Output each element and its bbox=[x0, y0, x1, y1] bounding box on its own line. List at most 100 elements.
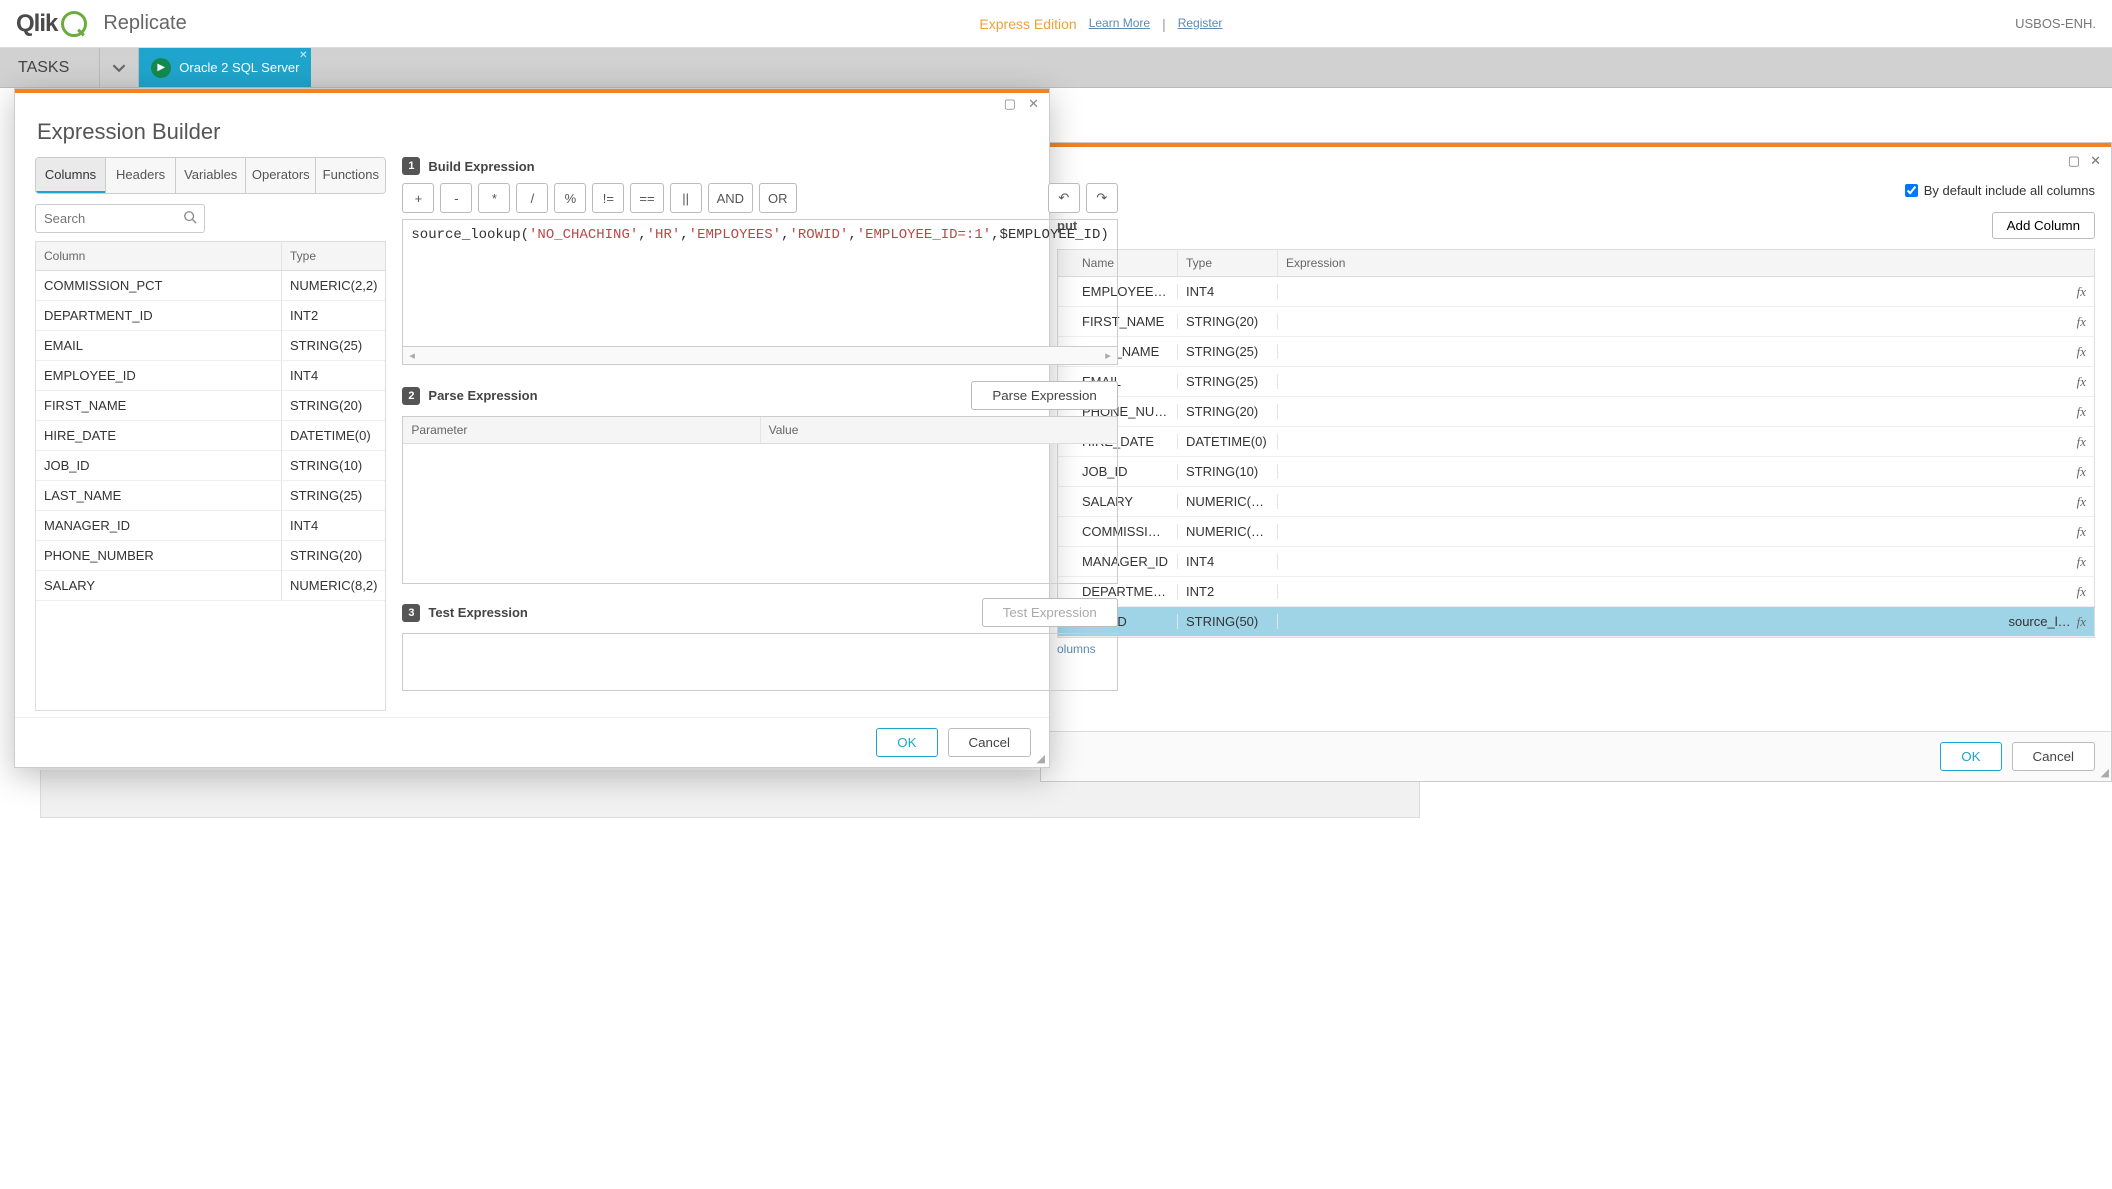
expr-var: $EMPLOYEE_ID bbox=[1000, 227, 1101, 243]
qlik-q-icon bbox=[61, 11, 87, 37]
output-row[interactable]: DEPARTMENT_IDINT2fx bbox=[1058, 577, 2094, 607]
operator-button[interactable]: || bbox=[670, 183, 702, 213]
output-row[interactable]: LAST_NAMESTRING(25)fx bbox=[1058, 337, 2094, 367]
tasks-tab[interactable]: TASKS bbox=[0, 48, 99, 87]
cols-header-column[interactable]: Column bbox=[36, 242, 282, 270]
step3-label: Test Expression bbox=[428, 605, 527, 620]
grid-header-expr[interactable]: Expression bbox=[1278, 250, 2094, 276]
output-row[interactable]: COMMISSION_PCTNUMERIC(2,2)fx bbox=[1058, 517, 2094, 547]
undo-button[interactable]: ↶ bbox=[1048, 183, 1080, 213]
column-row[interactable]: EMAILSTRING(25) bbox=[36, 331, 385, 361]
operator-button[interactable]: == bbox=[630, 183, 663, 213]
output-panel: ▢ ✕ By default include all columns put A… bbox=[1040, 142, 2112, 782]
column-row[interactable]: PHONE_NUMBERSTRING(20) bbox=[36, 541, 385, 571]
header-divider: | bbox=[1162, 16, 1166, 32]
fx-icon[interactable]: fx bbox=[2077, 284, 2086, 300]
parse-header-value[interactable]: Value bbox=[761, 417, 1117, 443]
column-type: NUMERIC(2,2) bbox=[282, 271, 385, 300]
search-input[interactable] bbox=[35, 204, 205, 233]
operator-button[interactable]: AND bbox=[708, 183, 753, 213]
modal-maximize-icon[interactable]: ▢ bbox=[1004, 96, 1016, 112]
search-icon[interactable] bbox=[183, 210, 197, 227]
modal-cancel-button[interactable]: Cancel bbox=[948, 728, 1032, 757]
fx-icon[interactable]: fx bbox=[2077, 314, 2086, 330]
expression-textarea[interactable]: source_lookup('NO_CHACHING','HR','EMPLOY… bbox=[402, 219, 1117, 347]
output-row[interactable]: JOB_IDSTRING(10)fx bbox=[1058, 457, 2094, 487]
column-row[interactable]: EMPLOYEE_IDINT4 bbox=[36, 361, 385, 391]
fx-icon[interactable]: fx bbox=[2077, 434, 2086, 450]
fx-icon[interactable]: fx bbox=[2077, 404, 2086, 420]
operator-button[interactable]: - bbox=[440, 183, 472, 213]
step1-label: Build Expression bbox=[428, 159, 534, 174]
column-row[interactable]: COMMISSION_PCTNUMERIC(2,2) bbox=[36, 271, 385, 301]
column-row[interactable]: JOB_IDSTRING(10) bbox=[36, 451, 385, 481]
operator-button[interactable]: * bbox=[478, 183, 510, 213]
test-expression-button[interactable]: Test Expression bbox=[982, 598, 1118, 627]
operator-button[interactable]: % bbox=[554, 183, 586, 213]
fx-icon[interactable]: fx bbox=[2077, 464, 2086, 480]
expression-builder-modal: ▢ ✕ Expression Builder ColumnsHeadersVar… bbox=[14, 88, 1050, 768]
parse-header-param[interactable]: Parameter bbox=[403, 417, 760, 443]
column-name: EMPLOYEE_ID bbox=[36, 361, 282, 390]
tab-close-icon[interactable]: ✕ bbox=[299, 50, 307, 61]
output-row[interactable]: MANAGER_IDINT4fx bbox=[1058, 547, 2094, 577]
fx-icon[interactable]: fx bbox=[2077, 344, 2086, 360]
fx-icon[interactable]: fx bbox=[2077, 374, 2086, 390]
include-all-checkbox[interactable] bbox=[1905, 184, 1918, 197]
fx-icon[interactable]: fx bbox=[2077, 614, 2086, 630]
output-row[interactable]: PHONE_NUMBERSTRING(20)fx bbox=[1058, 397, 2094, 427]
bg-ok-button[interactable]: OK bbox=[1940, 742, 2001, 771]
operator-button[interactable]: != bbox=[592, 183, 624, 213]
left-tab-functions[interactable]: Functions bbox=[315, 158, 385, 193]
output-row[interactable]: ROWIDSTRING(50)source_l…fx bbox=[1058, 607, 2094, 637]
modal-ok-button[interactable]: OK bbox=[876, 728, 937, 757]
column-row[interactable]: FIRST_NAMESTRING(20) bbox=[36, 391, 385, 421]
register-link[interactable]: Register bbox=[1178, 16, 1223, 32]
left-tab-columns[interactable]: Columns bbox=[36, 158, 105, 194]
column-row[interactable]: DEPARTMENT_IDINT2 bbox=[36, 301, 385, 331]
columns-link-partial[interactable]: olumns bbox=[1041, 638, 2111, 660]
output-row[interactable]: EMPLOYEE_IDINT4fx bbox=[1058, 277, 2094, 307]
output-row[interactable]: HIRE_DATEDATETIME(0)fx bbox=[1058, 427, 2094, 457]
cols-header-type[interactable]: Type bbox=[282, 242, 385, 270]
left-tab-operators[interactable]: Operators bbox=[245, 158, 315, 193]
operator-button[interactable]: / bbox=[516, 183, 548, 213]
fx-icon[interactable]: fx bbox=[2077, 584, 2086, 600]
learn-more-link[interactable]: Learn More bbox=[1089, 16, 1150, 32]
output-row[interactable]: SALARYNUMERIC(8,2)fx bbox=[1058, 487, 2094, 517]
output-row[interactable]: FIRST_NAMESTRING(20)fx bbox=[1058, 307, 2094, 337]
output-row-type: STRING(20) bbox=[1178, 314, 1278, 329]
output-grid: Name Type Expression EMPLOYEE_IDINT4fxFI… bbox=[1057, 249, 2095, 638]
grid-header-type[interactable]: Type bbox=[1178, 250, 1278, 276]
expression-scrollbar[interactable]: ◂▸ bbox=[402, 347, 1117, 365]
fx-icon[interactable]: fx bbox=[2077, 524, 2086, 540]
output-row[interactable]: EMAILSTRING(25)fx bbox=[1058, 367, 2094, 397]
left-tab-variables[interactable]: Variables bbox=[175, 158, 245, 193]
left-panel: ColumnsHeadersVariablesOperatorsFunction… bbox=[35, 157, 386, 711]
column-row[interactable]: MANAGER_IDINT4 bbox=[36, 511, 385, 541]
close-icon[interactable]: ✕ bbox=[2090, 153, 2101, 169]
column-row[interactable]: LAST_NAMESTRING(25) bbox=[36, 481, 385, 511]
parse-expression-button[interactable]: Parse Expression bbox=[971, 381, 1117, 410]
fx-icon[interactable]: fx bbox=[2077, 554, 2086, 570]
operator-button[interactable]: OR bbox=[759, 183, 797, 213]
edition-label: Express Edition bbox=[979, 16, 1076, 32]
bg-cancel-button[interactable]: Cancel bbox=[2012, 742, 2096, 771]
task-tab-active[interactable]: ▶ Oracle 2 SQL Server ✕ bbox=[139, 48, 311, 87]
step1-badge: 1 bbox=[402, 157, 420, 175]
redo-button[interactable]: ↷ bbox=[1086, 183, 1118, 213]
fx-icon[interactable]: fx bbox=[2077, 494, 2086, 510]
resize-grip-icon[interactable]: ◢ bbox=[2101, 766, 2109, 779]
modal-close-icon[interactable]: ✕ bbox=[1028, 96, 1039, 112]
operator-button[interactable]: + bbox=[402, 183, 434, 213]
host-label: USBOS-ENH. bbox=[2015, 16, 2096, 31]
maximize-icon[interactable]: ▢ bbox=[2068, 153, 2080, 169]
output-row-expr: fx bbox=[1278, 494, 2094, 510]
left-tab-headers[interactable]: Headers bbox=[105, 158, 175, 193]
column-row[interactable]: HIRE_DATEDATETIME(0) bbox=[36, 421, 385, 451]
add-column-button[interactable]: Add Column bbox=[1992, 212, 2095, 239]
output-row-expr: fx bbox=[1278, 284, 2094, 300]
modal-resize-grip-icon[interactable]: ◢ bbox=[1037, 752, 1045, 765]
column-row[interactable]: SALARYNUMERIC(8,2) bbox=[36, 571, 385, 601]
tasks-dropdown[interactable] bbox=[99, 48, 139, 87]
